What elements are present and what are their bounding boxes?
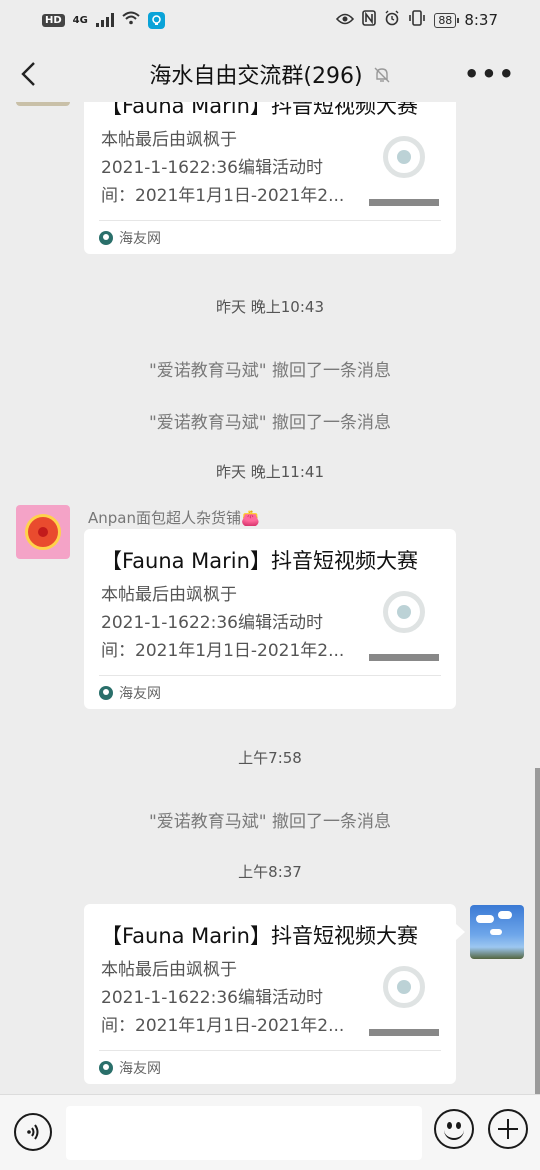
bell-off-icon xyxy=(373,65,391,83)
input-bar xyxy=(0,1094,540,1170)
card-thumbnail xyxy=(369,964,439,1036)
avatar[interactable] xyxy=(16,102,70,106)
wifi-icon xyxy=(122,11,140,29)
chevron-left-icon[interactable] xyxy=(14,58,46,90)
timestamp: 昨天 晚上11:41 xyxy=(216,463,324,481)
status-bar: HD 4G 88 8:37 xyxy=(0,0,540,40)
avatar[interactable] xyxy=(470,905,524,959)
card-thumbnail xyxy=(369,589,439,661)
status-time: 8:37 xyxy=(464,11,498,29)
nfc-icon xyxy=(362,10,377,30)
scrollbar[interactable] xyxy=(535,768,540,1094)
recall-notice: "爱诺教育马斌" 撤回了一条消息 xyxy=(148,413,392,433)
more-dots-icon[interactable]: ••• xyxy=(464,60,516,88)
signal-icon xyxy=(95,13,114,27)
timestamp: 上午8:37 xyxy=(238,863,302,881)
alarm-icon xyxy=(384,10,400,30)
card-description: 本帖最后由飒枫于 2021-1-1622:36编辑活动时 间：2021年1月1日… xyxy=(101,130,345,206)
chat-title: 海水自由交流群(296) xyxy=(149,58,390,90)
card-description: 本帖最后由飒枫于 2021-1-1622:36编辑活动时 间：2021年1月1日… xyxy=(101,960,345,1036)
timestamp: 上午7:58 xyxy=(238,749,302,767)
chat-area[interactable]: 【Fauna Marin】抖音短视频大赛 本帖最后由飒枫于 2021-1-162… xyxy=(0,102,540,1092)
bubble-tail xyxy=(456,924,465,940)
card-description: 本帖最后由飒枫于 2021-1-1622:36编辑活动时 间：2021年1月1日… xyxy=(101,585,345,661)
title-bar: 海水自由交流群(296) ••• xyxy=(0,46,540,102)
link-card[interactable]: 【Fauna Marin】抖音短视频大赛 本帖最后由飒枫于 2021-1-162… xyxy=(84,529,456,709)
card-source: 海友网 xyxy=(99,220,441,254)
link-card[interactable]: 【Fauna Marin】抖音短视频大赛 本帖最后由飒枫于 2021-1-162… xyxy=(84,904,456,1084)
source-logo-icon xyxy=(99,685,113,700)
network-type: 4G xyxy=(72,14,88,26)
link-card[interactable]: 【Fauna Marin】抖音短视频大赛 本帖最后由飒枫于 2021-1-162… xyxy=(84,102,456,254)
app-notification-icon xyxy=(147,11,165,29)
card-title: 【Fauna Marin】抖音短视频大赛 xyxy=(101,549,418,573)
card-source: 海友网 xyxy=(99,675,441,709)
vibrate-icon xyxy=(408,10,426,30)
hd-badge: HD xyxy=(42,13,65,27)
battery-icon: 88 xyxy=(434,12,460,28)
recall-notice: "爱诺教育马斌" 撤回了一条消息 xyxy=(148,812,392,832)
card-source: 海友网 xyxy=(99,1050,441,1084)
card-thumbnail xyxy=(369,134,439,206)
voice-icon[interactable] xyxy=(14,1113,52,1151)
card-title: 【Fauna Marin】抖音短视频大赛 xyxy=(101,102,418,118)
plus-icon[interactable] xyxy=(488,1109,528,1149)
message-input[interactable] xyxy=(66,1106,422,1160)
emoji-icon[interactable] xyxy=(434,1109,474,1149)
source-logo-icon xyxy=(99,230,113,245)
timestamp: 昨天 晚上10:43 xyxy=(216,298,324,316)
recall-notice: "爱诺教育马斌" 撤回了一条消息 xyxy=(148,361,392,381)
sender-name: Anpan面包超人杂货铺👛 xyxy=(88,509,260,527)
card-title: 【Fauna Marin】抖音短视频大赛 xyxy=(101,924,418,948)
avatar[interactable] xyxy=(16,505,70,559)
source-logo-icon xyxy=(99,1060,113,1075)
eye-icon xyxy=(336,11,355,29)
group-name: 海水自由交流群(296) xyxy=(149,64,363,89)
